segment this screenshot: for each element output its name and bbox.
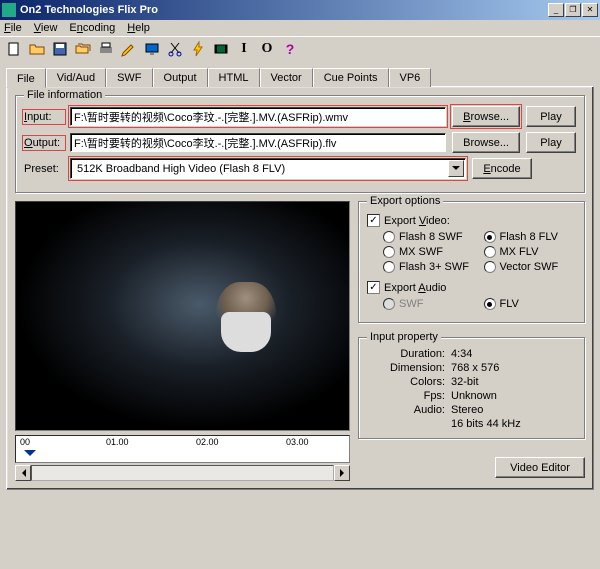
radio-vectorswf[interactable] <box>484 261 496 273</box>
input-browse-button[interactable]: Browse... <box>452 106 520 127</box>
tab-vidaud[interactable]: Vid/Aud <box>46 68 106 87</box>
label-audio-swf: SWF <box>399 298 423 310</box>
colors-label: Colors: <box>375 376 445 388</box>
tick-2: 02.00 <box>196 437 219 447</box>
colors-value: 32-bit <box>451 376 576 388</box>
edit-icon[interactable] <box>119 39 139 59</box>
tick-3: 03.00 <box>286 437 309 447</box>
monitor-icon[interactable] <box>142 39 162 59</box>
output-play-button[interactable]: Play <box>526 132 576 153</box>
tick-1: 01.00 <box>106 437 129 447</box>
radio-mxflv[interactable] <box>484 246 496 258</box>
tab-output[interactable]: Output <box>153 68 208 87</box>
export-video-checkbox[interactable]: ✓ <box>367 214 380 227</box>
save-icon[interactable] <box>50 39 70 59</box>
label-flash8swf: Flash 8 SWF <box>399 231 463 243</box>
tab-swf[interactable]: SWF <box>106 68 152 87</box>
output-icon[interactable]: O <box>257 39 277 59</box>
tab-vp6[interactable]: VP6 <box>389 68 432 87</box>
radio-flash8flv[interactable] <box>484 231 496 243</box>
tab-strip: File Vid/Aud SWF Output HTML Vector Cue … <box>6 68 594 87</box>
label-mxflv: MX FLV <box>500 246 539 258</box>
tab-vector[interactable]: Vector <box>260 68 313 87</box>
dimension-value: 768 x 576 <box>451 362 576 374</box>
tab-html[interactable]: HTML <box>208 68 260 87</box>
chevron-down-icon[interactable] <box>448 160 464 177</box>
output-browse-button[interactable]: Browse... <box>452 132 520 153</box>
encode-button[interactable]: Encode <box>472 158 532 179</box>
menubar: File View Encoding Help <box>0 20 600 36</box>
input-path-field[interactable] <box>70 107 446 126</box>
duration-label: Duration: <box>375 348 445 360</box>
batch-icon[interactable] <box>73 39 93 59</box>
menu-file[interactable]: File <box>4 22 22 34</box>
label-audio-flv: FLV <box>500 298 519 310</box>
fps-value: Unknown <box>451 390 576 402</box>
restore-button[interactable]: ❐ <box>565 3 581 17</box>
duration-value: 4:34 <box>451 348 576 360</box>
tick-0: 00 <box>20 437 30 447</box>
cut-icon[interactable] <box>165 39 185 59</box>
file-information-group: File information Input: Browse... Play O… <box>15 95 585 193</box>
label-flash3swf: Flash 3+ SWF <box>399 261 469 273</box>
timeline-scrollbar[interactable] <box>15 465 350 481</box>
video-editor-button[interactable]: Video Editor <box>495 457 585 478</box>
file-info-legend: File information <box>24 89 105 101</box>
preset-value: 512K Broadband High Video (Flash 8 FLV) <box>77 163 285 175</box>
input-play-button[interactable]: Play <box>526 106 576 127</box>
input-property-group: Input property Duration:4:34 Dimension:7… <box>358 337 585 439</box>
titlebar: On2 Technologies Flix Pro _ ❐ ✕ <box>0 0 600 20</box>
tab-cuepoints[interactable]: Cue Points <box>313 68 389 87</box>
film-icon[interactable] <box>211 39 231 59</box>
export-options-group: Export options ✓ Export Video: Flash 8 S… <box>358 201 585 323</box>
lightning-icon[interactable] <box>188 39 208 59</box>
output-label: Output: <box>24 137 64 149</box>
radio-mxswf[interactable] <box>383 246 395 258</box>
new-icon[interactable] <box>4 39 24 59</box>
audio-value: Stereo <box>451 404 576 416</box>
scroll-right-icon[interactable] <box>334 465 350 481</box>
tab-file[interactable]: File <box>6 68 46 88</box>
radio-audio-flv[interactable] <box>484 298 496 310</box>
print-icon[interactable] <box>96 39 116 59</box>
scroll-left-icon[interactable] <box>15 465 31 481</box>
video-preview <box>15 201 350 431</box>
audio-value2: 16 bits 44 kHz <box>451 418 576 430</box>
app-icon <box>2 3 16 17</box>
label-flash8flv: Flash 8 FLV <box>500 231 559 243</box>
export-video-label: Export Video: <box>384 215 450 227</box>
menu-view[interactable]: View <box>34 22 58 34</box>
fps-label: Fps: <box>375 390 445 402</box>
export-audio-label: Export Audio <box>384 282 446 294</box>
audio-label: Audio: <box>375 404 445 416</box>
radio-audio-swf <box>383 298 395 310</box>
menu-encoding[interactable]: Encoding <box>69 22 115 34</box>
playhead-icon[interactable] <box>24 450 36 462</box>
output-path-field[interactable] <box>70 133 446 152</box>
inputprop-legend: Input property <box>367 331 441 343</box>
dimension-label: Dimension: <box>375 362 445 374</box>
tab-content: File information Input: Browse... Play O… <box>6 86 594 490</box>
open-icon[interactable] <box>27 39 47 59</box>
close-button[interactable]: ✕ <box>582 3 598 17</box>
menu-help[interactable]: Help <box>127 22 150 34</box>
window-title: On2 Technologies Flix Pro <box>20 4 548 16</box>
export-audio-checkbox[interactable]: ✓ <box>367 281 380 294</box>
label-mxswf: MX SWF <box>399 246 443 258</box>
preset-dropdown[interactable]: 512K Broadband High Video (Flash 8 FLV) <box>70 158 466 179</box>
timeline[interactable]: 00 01.00 02.00 03.00 <box>15 435 350 463</box>
radio-flash8swf[interactable] <box>383 231 395 243</box>
scroll-track[interactable] <box>31 465 334 481</box>
label-vectorswf: Vector SWF <box>500 261 559 273</box>
info-icon[interactable]: I <box>234 39 254 59</box>
radio-flash3swf[interactable] <box>383 261 395 273</box>
preset-label: Preset: <box>24 163 64 175</box>
help-icon[interactable]: ? <box>280 39 300 59</box>
input-label: Input: <box>24 111 64 123</box>
toolbar: I O ? <box>0 36 600 61</box>
minimize-button[interactable]: _ <box>548 3 564 17</box>
export-legend: Export options <box>367 195 443 207</box>
